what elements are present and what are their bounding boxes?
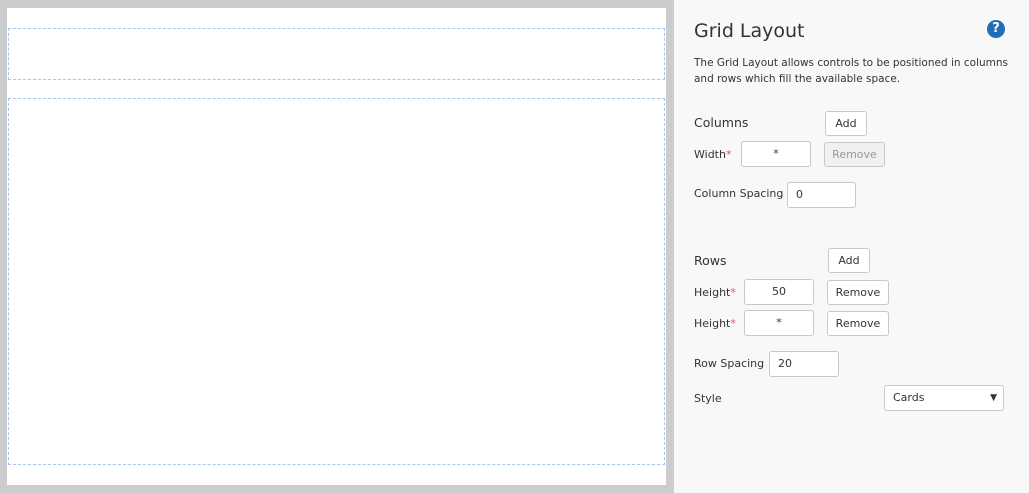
remove-row-button[interactable]: Remove <box>827 280 889 305</box>
add-row-button[interactable]: Add <box>828 248 870 273</box>
column-width-input[interactable]: * <box>741 141 811 167</box>
question-circle-icon[interactable]: ? <box>987 20 1005 38</box>
height-label: Height* <box>694 286 736 299</box>
grid-row-2[interactable] <box>8 98 665 465</box>
column-spacing-input[interactable]: 0 <box>787 182 856 208</box>
style-select[interactable]: Cards ▼ <box>884 385 1004 411</box>
panel-description: The Grid Layout allows controls to be po… <box>694 57 1008 85</box>
width-label: Width* <box>694 148 732 161</box>
columns-heading: Columns <box>694 115 749 130</box>
properties-panel: Grid Layout ? The Grid Layout allows con… <box>674 0 1029 493</box>
remove-column-button[interactable]: Remove <box>824 142 885 167</box>
row-height-input[interactable]: * <box>744 310 814 336</box>
column-spacing-label: Column Spacing <box>694 187 784 200</box>
chevron-down-icon: ▼ <box>990 393 997 403</box>
remove-row-button[interactable]: Remove <box>827 311 889 336</box>
panel-title: Grid Layout <box>694 20 805 42</box>
add-column-button[interactable]: Add <box>825 111 867 136</box>
row-spacing-label: Row Spacing <box>694 357 765 370</box>
row-spacing-input[interactable]: 20 <box>769 351 839 377</box>
grid-row-1[interactable] <box>8 28 665 80</box>
row-height-input[interactable]: 50 <box>744 279 814 305</box>
style-label: Style <box>694 392 722 405</box>
style-value: Cards <box>893 391 925 404</box>
design-canvas[interactable] <box>7 8 666 485</box>
rows-heading: Rows <box>694 253 727 268</box>
height-label: Height* <box>694 317 736 330</box>
